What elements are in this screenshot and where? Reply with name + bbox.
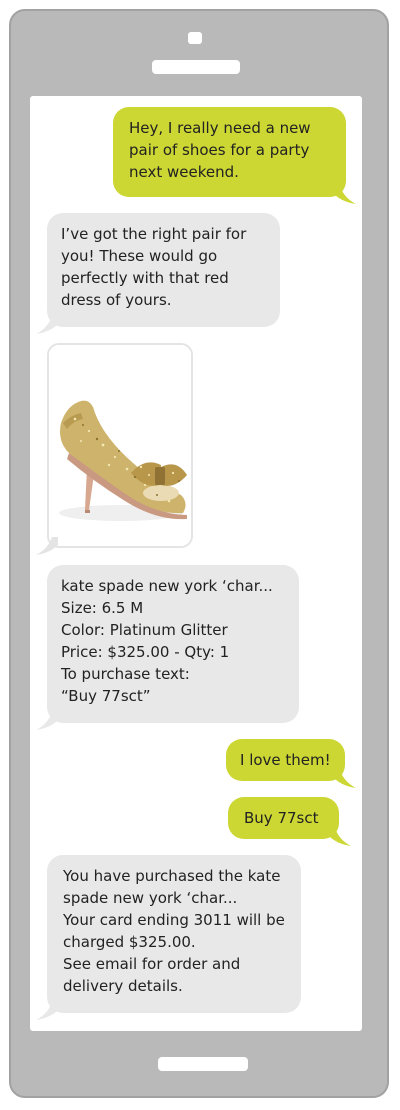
product-image-bubble[interactable] [47,343,193,548]
camera-icon [188,32,202,44]
message-incoming-purchase-confirmation: You have purchased the kate spade new yo… [47,855,301,1013]
message-outgoing-buy-command: Buy 77sct [228,797,339,839]
message-outgoing-love: I love them! [226,739,345,781]
message-incoming-product-details: kate spade new york ‘char... Size: 6.5 M… [47,565,299,723]
bubble-tail [36,316,58,334]
bubble-tail [36,1002,58,1020]
bubble-tail [36,712,58,730]
bubble-tail [329,828,351,846]
message-outgoing-request: Hey, I really need a new pair of shoes f… [113,107,346,197]
bubble-tail [334,770,356,788]
bubble-tail [334,186,356,204]
speaker-slot [152,60,240,74]
message-text: You have purchased the kate spade new yo… [63,867,285,995]
message-text: Hey, I really need a new pair of shoes f… [129,119,311,181]
home-button[interactable] [158,1057,248,1071]
message-incoming-suggestion: I’ve got the right pair for you! These w… [47,213,280,327]
message-text: kate spade new york ‘char... Size: 6.5 M… [61,577,273,705]
message-text: I love them! [240,751,331,769]
bubble-tail [36,537,58,555]
shoe-image[interactable] [49,345,191,546]
message-text: Buy 77sct [244,809,319,827]
message-text: I’ve got the right pair for you! These w… [61,225,247,309]
